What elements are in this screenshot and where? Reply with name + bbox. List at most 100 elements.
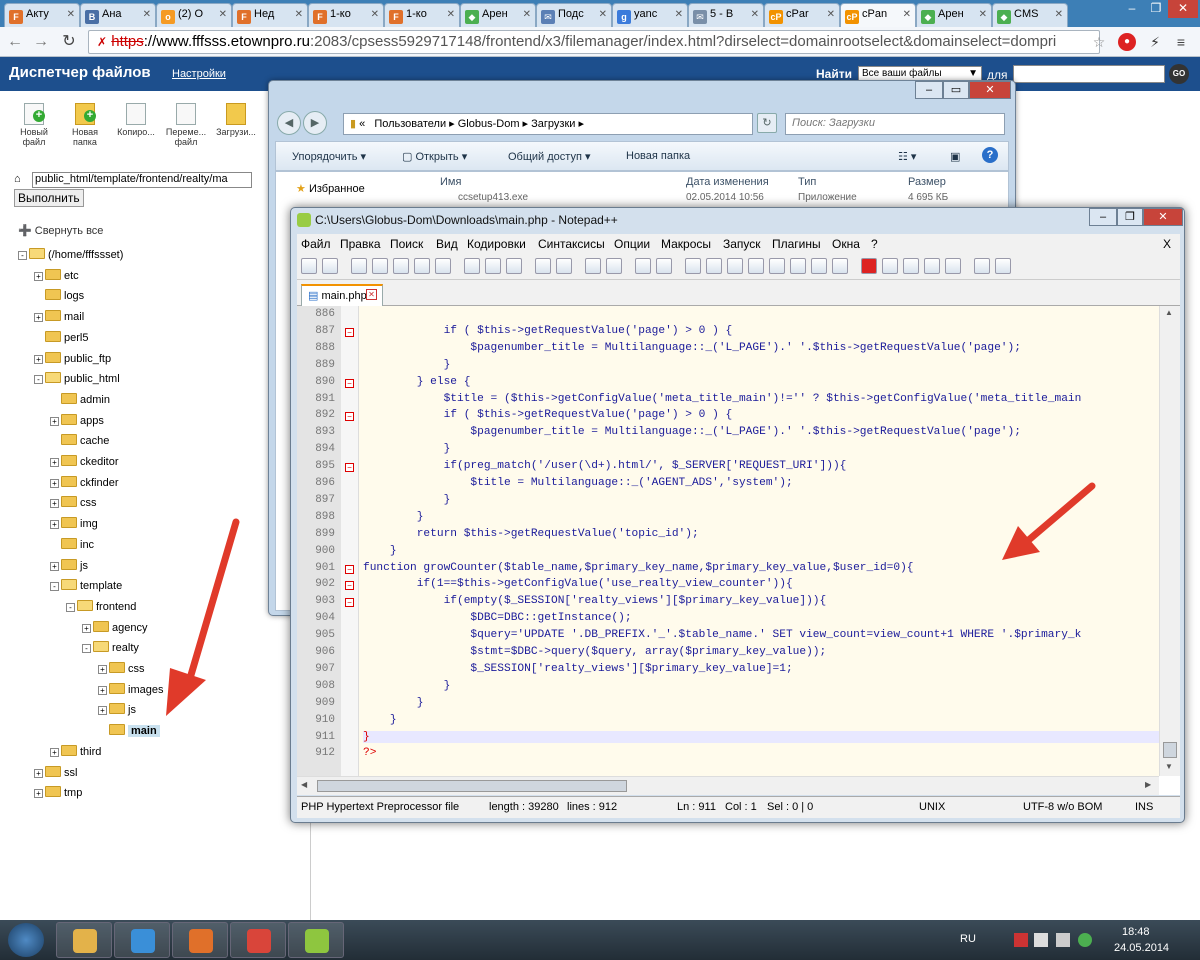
- code-line[interactable]: $query='UPDATE '.DB_PREFIX.'_'.$table_na…: [363, 629, 1081, 641]
- npp-close-button[interactable]: ✕: [1143, 208, 1183, 226]
- tree-folder[interactable]: + css: [98, 662, 145, 680]
- cut-icon[interactable]: [464, 258, 480, 274]
- clock-date[interactable]: 24.05.2014: [1114, 942, 1169, 954]
- tree-folder[interactable]: + third: [50, 744, 101, 763]
- browser-tab[interactable]: о (2) О ✕: [156, 3, 232, 27]
- path-input[interactable]: public_html/template/frontend/realty/ma: [32, 172, 252, 188]
- stop-icon[interactable]: [882, 258, 898, 274]
- tray-flag-icon[interactable]: [1014, 933, 1028, 947]
- code-line[interactable]: }: [363, 680, 451, 692]
- expand-toggle-icon[interactable]: +: [34, 354, 43, 364]
- close-tab-icon[interactable]: ✕: [447, 9, 455, 20]
- tree-folder[interactable]: - realty: [82, 641, 139, 659]
- explorer-address-bar[interactable]: ▮ « Пользователи ▸ Globus-Dom ▸ Загрузки…: [343, 113, 753, 135]
- menu-help[interactable]: ?: [871, 237, 878, 251]
- collapse-all-link[interactable]: ➕ Свернуть все: [18, 224, 103, 237]
- menu-edit[interactable]: Правка: [340, 237, 381, 251]
- indent-guide-icon[interactable]: [769, 258, 785, 274]
- menu-run[interactable]: Запуск: [723, 237, 761, 251]
- tree-folder[interactable]: logs: [34, 289, 84, 307]
- replace-icon[interactable]: [606, 258, 622, 274]
- close-tab-icon[interactable]: ✕: [143, 9, 151, 20]
- browser-tab[interactable]: ◆ Арен ✕: [460, 3, 536, 27]
- favorites-item[interactable]: ★ Избранное: [296, 182, 365, 195]
- taskbar-app-button[interactable]: [56, 922, 112, 958]
- taskbar-app-button[interactable]: [172, 922, 228, 958]
- close-tab-icon[interactable]: ✕: [827, 9, 835, 20]
- code-line[interactable]: ?>: [363, 747, 376, 759]
- paste-icon[interactable]: [506, 258, 522, 274]
- browser-tab[interactable]: ✉ 5 - В ✕: [688, 3, 764, 27]
- new-folder-button[interactable]: Новая папка: [61, 103, 109, 147]
- close-tab-icon[interactable]: ✕: [903, 9, 911, 20]
- address-bar[interactable]: ✗ https://www.fffsss.etownpro.ru:2083/cp…: [88, 30, 1100, 54]
- zoom-out-icon[interactable]: [656, 258, 672, 274]
- browser-tab[interactable]: F Нед ✕: [232, 3, 308, 27]
- tree-folder[interactable]: + tmp: [34, 786, 82, 804]
- tree-folder[interactable]: cache: [50, 434, 109, 452]
- code-area[interactable]: if ( $this->getRequestValue('page') > 0 …: [359, 306, 1159, 776]
- extension-bolt-icon[interactable]: ⚡: [1146, 33, 1164, 51]
- undo-icon[interactable]: [535, 258, 551, 274]
- taskbar-app-button[interactable]: [288, 922, 344, 958]
- scroll-left-icon[interactable]: ◀: [301, 780, 307, 789]
- copy-icon[interactable]: [485, 258, 501, 274]
- close-icon[interactable]: [393, 258, 409, 274]
- back-icon[interactable]: ◀: [277, 111, 301, 135]
- expand-toggle-icon[interactable]: -: [34, 375, 43, 385]
- menu-close-doc[interactable]: X: [1163, 237, 1171, 251]
- sync-h-icon[interactable]: [706, 258, 722, 274]
- expand-toggle-icon[interactable]: +: [34, 768, 43, 778]
- browser-minimize-button[interactable]: –: [1120, 0, 1144, 18]
- bookmark-star-icon[interactable]: ☆: [1090, 33, 1108, 51]
- tree-folder[interactable]: + agency: [82, 620, 147, 639]
- tree-folder[interactable]: + js: [98, 703, 136, 721]
- code-line[interactable]: }: [363, 359, 451, 371]
- vertical-scrollbar[interactable]: ▲ ▼: [1159, 306, 1180, 776]
- spellcheck-icon[interactable]: [974, 258, 990, 274]
- code-line[interactable]: }: [363, 697, 424, 709]
- tree-folder[interactable]: inc: [50, 537, 94, 556]
- close-tab-icon[interactable]: ✕: [219, 9, 227, 20]
- npp-maximize-button[interactable]: ❐: [1117, 208, 1143, 226]
- code-line[interactable]: if(1==$this->getConfigValue('use_realty_…: [363, 578, 793, 590]
- code-line[interactable]: $pagenumber_title = Multilanguage::_('L_…: [363, 342, 1021, 354]
- new-file-button[interactable]: Новый файл: [10, 103, 58, 147]
- scroll-up-icon[interactable]: ▲: [1165, 308, 1173, 317]
- fold-toggle-icon[interactable]: −: [345, 463, 354, 473]
- new-folder-button[interactable]: Новая папка: [626, 150, 690, 162]
- vertical-scroll-thumb[interactable]: [1163, 742, 1177, 758]
- code-line[interactable]: $_SESSION['realty_views'][$primary_key_v…: [363, 663, 792, 675]
- search-input[interactable]: [1013, 65, 1165, 83]
- explorer-search-input[interactable]: Поиск: Загрузки: [785, 113, 1005, 135]
- code-line[interactable]: } else {: [363, 376, 471, 388]
- adblock-icon[interactable]: ●: [1118, 33, 1136, 51]
- browser-tab[interactable]: ◆ CMS ✕: [992, 3, 1068, 27]
- fold-toggle-icon[interactable]: −: [345, 598, 354, 608]
- fold-toggle-icon[interactable]: −: [345, 412, 354, 422]
- code-line[interactable]: if ( $this->getRequestValue('page') > 0 …: [363, 409, 733, 421]
- code-line[interactable]: }: [363, 730, 1159, 743]
- save-icon[interactable]: [351, 258, 367, 274]
- chrome-menu-icon[interactable]: ≡: [1172, 33, 1190, 51]
- code-line[interactable]: $stmt=$DBC->query($query, array($primary…: [363, 646, 826, 658]
- close-tab-icon[interactable]: ✕: [371, 9, 379, 20]
- fold-toggle-icon[interactable]: −: [345, 564, 354, 574]
- expand-toggle-icon[interactable]: +: [34, 271, 43, 281]
- scroll-down-icon[interactable]: ▼: [1165, 762, 1173, 771]
- close-tab-icon[interactable]: ✕: [751, 9, 759, 20]
- open-icon[interactable]: [322, 258, 338, 274]
- fold-toggle-icon[interactable]: −: [345, 327, 354, 337]
- move-button[interactable]: Переме... файл: [162, 103, 210, 147]
- browser-tab[interactable]: cP cPar ✕: [764, 3, 840, 27]
- code-line[interactable]: }: [363, 545, 397, 557]
- start-button[interactable]: [8, 923, 44, 957]
- reload-icon[interactable]: ↻: [58, 31, 80, 53]
- go-button[interactable]: GO: [1169, 64, 1189, 84]
- organize-button[interactable]: Упорядочить ▾: [292, 150, 366, 163]
- code-line[interactable]: $title = Multilanguage::_('AGENT_ADS','s…: [363, 477, 792, 489]
- tree-folder[interactable]: + img: [50, 517, 98, 535]
- expand-toggle-icon[interactable]: -: [50, 582, 59, 592]
- browser-tab[interactable]: F Акту ✕: [4, 3, 80, 27]
- explorer-minimize-button[interactable]: –: [915, 81, 943, 99]
